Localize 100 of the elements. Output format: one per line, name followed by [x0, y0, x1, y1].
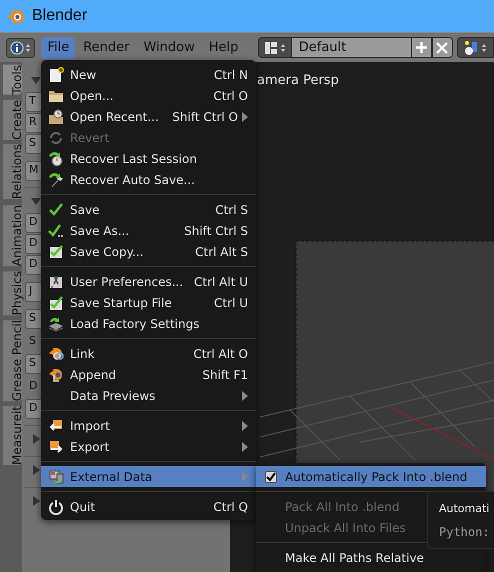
menu-item-label: Recover Last Session: [70, 150, 198, 168]
folder-clock-icon: [48, 108, 64, 124]
shortcut-label: Shift Ctrl O: [172, 108, 238, 126]
stack-arrow-icon: [48, 316, 64, 332]
side-tab[interactable]: Create: [3, 100, 22, 140]
scene-icon: [463, 40, 480, 56]
link-icon: [48, 346, 64, 362]
shortcut-label: Ctrl Q: [213, 498, 248, 516]
append-icon: [48, 366, 64, 382]
close-button[interactable]: [432, 37, 453, 58]
menu-item[interactable]: Help: [202, 36, 244, 58]
menu-item-label: Save Copy...: [70, 244, 144, 260]
menu-item[interactable]: Append Shift F1: [41, 364, 256, 385]
clock-arrow-icon: [48, 150, 64, 166]
menu-item[interactable]: File: [41, 36, 76, 58]
plus-icon: [415, 41, 428, 54]
menu-item[interactable]: Automatically Pack Into .blend: [256, 466, 486, 487]
power-icon: [48, 498, 64, 514]
side-tab[interactable]: Grease Pencil: [3, 320, 22, 402]
menu-item-label: Save: [70, 202, 100, 218]
menu-item[interactable]: Import: [41, 415, 256, 436]
menu-item[interactable]: Open... Ctrl O: [41, 85, 256, 106]
expand-triangle-icon[interactable]: [31, 434, 41, 444]
menu-item[interactable]: Link Ctrl Alt O: [41, 343, 256, 364]
submenu-arrow-icon: [242, 472, 248, 482]
check-icon: [48, 202, 64, 218]
tooltip-title: Automati: [439, 501, 490, 517]
menu-item[interactable]: User Preferences... Ctrl Alt U: [41, 271, 256, 292]
close-icon: [436, 42, 448, 54]
up-down-arrows-icon: [280, 42, 286, 54]
layout-icon: [264, 40, 278, 54]
menu-item[interactable]: Recover Auto Save...: [41, 169, 256, 190]
side-tab[interactable]: Physics: [3, 270, 22, 316]
computer-icon: [48, 468, 64, 484]
menu-item-label: Automatically Pack Into .blend: [285, 468, 468, 486]
expand-triangle-icon[interactable]: [31, 465, 41, 475]
menu-item-label: Recover Auto Save...: [70, 172, 196, 188]
shortcut-label: Ctrl Alt S: [195, 244, 248, 260]
menu-item[interactable]: New Ctrl N: [41, 64, 256, 85]
side-tab[interactable]: Measureit: [3, 406, 22, 466]
tooltip-python: Python:: [439, 524, 491, 540]
menu-item[interactable]: Load Factory Settings: [41, 313, 256, 334]
menu-item-label: Append: [70, 366, 118, 384]
shortcut-label: Shift Ctrl S: [184, 222, 248, 240]
menu-item[interactable]: Recover Last Session: [41, 148, 256, 169]
menu-item-label: Open Recent...: [70, 108, 160, 126]
up-down-arrows-icon: [25, 42, 32, 54]
menu-item[interactable]: Export: [41, 436, 256, 457]
menu-item[interactable]: Make All Paths Relative: [256, 547, 486, 568]
document-tool-icon: [48, 274, 64, 290]
layout-name-field[interactable]: Default: [292, 37, 412, 58]
menu-item-label: Quit: [70, 498, 96, 516]
menu-item-label: Data Previews: [70, 388, 156, 404]
scene-button[interactable]: [456, 37, 494, 58]
shortcut-label: Shift F1: [202, 366, 248, 384]
submenu-arrow-icon: [242, 420, 248, 430]
menu-item[interactable]: Quit Ctrl Q: [41, 496, 256, 517]
section-label: S: [29, 332, 36, 349]
side-tab[interactable]: Animation: [3, 204, 22, 266]
info-icon: [10, 40, 24, 54]
menu-item-label: Open...: [70, 88, 114, 104]
window-title: Blender: [32, 6, 88, 26]
menu-item[interactable]: Data Previews: [41, 385, 256, 406]
app-logo-icon: [6, 8, 26, 24]
layout-button[interactable]: [258, 37, 292, 58]
shortcut-label: Ctrl Alt O: [193, 346, 248, 362]
menu-item-label: Export: [70, 438, 110, 456]
menu-item-label: Revert: [70, 130, 110, 146]
submenu-arrow-icon: [242, 442, 248, 452]
wrench-arrow-icon: [48, 172, 64, 188]
menu-item[interactable]: Save Startup File Ctrl U: [41, 292, 256, 313]
menu-item-label: Save As...: [70, 222, 130, 240]
menu-item[interactable]: Save Copy... Ctrl Alt S: [41, 241, 256, 262]
menu-item[interactable]: Render: [77, 36, 136, 58]
checkbox[interactable]: [265, 470, 277, 482]
side-tab[interactable]: Relations: [3, 144, 22, 200]
menu-item-label: Save Startup File: [70, 294, 173, 312]
expand-triangle-icon[interactable]: [31, 496, 41, 506]
up-down-arrows-icon: [481, 42, 488, 54]
section-label: D: [29, 378, 38, 394]
menu-item[interactable]: External Data: [41, 466, 256, 487]
menu-item-label: Make All Paths Relative: [285, 550, 424, 566]
shortcut-label: Ctrl S: [215, 202, 248, 218]
menu-item[interactable]: Window: [137, 36, 201, 58]
menu-item-label: Load Factory Settings: [70, 316, 200, 332]
menu-item-label: Link: [70, 346, 96, 362]
collapse-triangle-icon[interactable]: [31, 75, 41, 85]
shortcut-label: Ctrl O: [213, 88, 248, 104]
shortcut-label: Ctrl U: [214, 294, 248, 312]
viewport-label: amera Persp: [257, 72, 339, 90]
menu-item[interactable]: Open Recent... Shift Ctrl O: [41, 106, 256, 127]
submenu-arrow-icon: [242, 390, 248, 400]
side-tab[interactable]: Tools: [3, 65, 22, 95]
collapse-triangle-icon[interactable]: [31, 196, 41, 206]
menu-item[interactable]: Save As... Shift Ctrl S: [41, 220, 256, 241]
add-button[interactable]: [411, 37, 432, 58]
editor-type-button[interactable]: [6, 38, 36, 58]
submenu-arrow-icon: [242, 112, 248, 122]
import-arrow-icon: [48, 418, 64, 434]
menu-item[interactable]: Save Ctrl S: [41, 199, 256, 220]
